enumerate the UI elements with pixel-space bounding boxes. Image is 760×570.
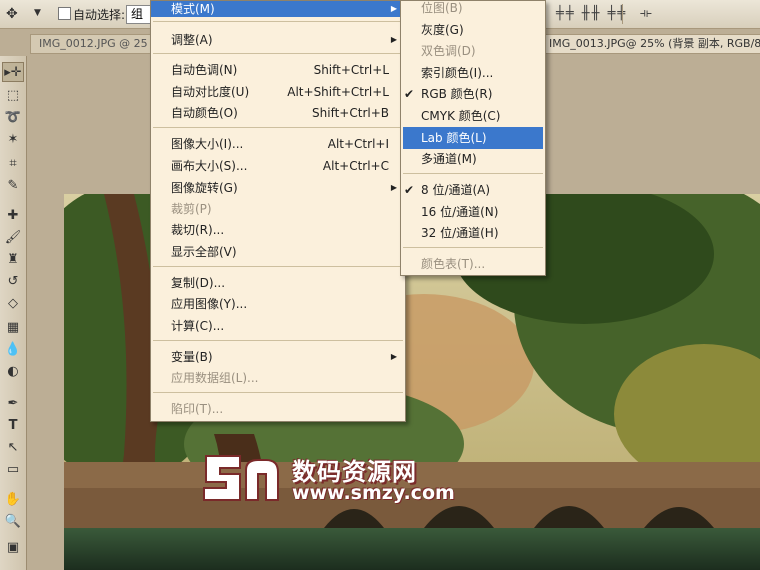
hand-tool-icon[interactable]: ✋ — [2, 490, 24, 510]
shape-tool-icon[interactable]: ▭ — [2, 460, 24, 480]
lasso-tool-icon[interactable]: ➰ — [2, 108, 24, 128]
checkmark-icon: ✔ — [404, 87, 415, 101]
menu-item-canvas-size[interactable]: 画布大小(S)... Alt+Ctrl+C — [151, 155, 405, 177]
mode-color-table: 颜色表(T)... — [421, 257, 486, 271]
mode-cmyk-color[interactable]: CMYK 颜色(C) — [401, 105, 545, 127]
separator — [403, 247, 543, 248]
menu-item-trim[interactable]: 裁切(R)... — [151, 219, 405, 241]
menu-item-image-size[interactable]: 图像大小(I)... Alt+Ctrl+I — [151, 133, 405, 155]
marquee-tool-icon[interactable]: ⬚ — [2, 86, 24, 106]
distribute-icons[interactable]: ╪╪ ╫╫ ╪╪ — [556, 6, 627, 21]
mode-submenu: 位图(B) 灰度(G) 双色调(D) 索引颜色(I)... ✔ RGB 颜色(R… — [400, 0, 546, 276]
move-tool-icon[interactable]: ▸✛ — [2, 62, 24, 82]
separator — [153, 392, 403, 393]
submenu-arrow-icon: ▶ — [390, 35, 397, 44]
mode-16-bit[interactable]: 16 位/通道(N) — [401, 201, 545, 223]
auto-select-label: 自动选择: — [73, 8, 126, 22]
mode-lab-color[interactable]: Lab 颜色(L) — [403, 127, 543, 149]
blur-tool-icon[interactable]: 💧 — [2, 340, 24, 360]
doc-tab-2[interactable]: IMG_0013.JPG@ 25% (背景 副本, RGB/8 — [540, 34, 760, 54]
auto-select-checkbox[interactable] — [58, 7, 71, 20]
menu-item-crop: 裁剪(P) — [171, 202, 212, 216]
menu-item-auto-contrast[interactable]: 自动对比度(U) Alt+Shift+Ctrl+L — [151, 81, 405, 103]
crop-tool-icon[interactable]: ⌗ — [2, 154, 24, 174]
menu-item-apply-image[interactable]: 应用图像(Y)... — [151, 293, 405, 315]
doc-tab-1[interactable]: IMG_0012.JPG @ 25 — [30, 34, 160, 54]
separator — [403, 173, 543, 174]
divider — [622, 4, 623, 24]
eyedropper-icon[interactable]: ✎ — [2, 176, 24, 196]
brush-tool-icon[interactable]: 🖌 — [2, 228, 24, 248]
submenu-arrow-icon: ▶ — [390, 183, 397, 192]
menu-item-duplicate[interactable]: 复制(D)... — [151, 272, 405, 294]
pen-tool-icon[interactable]: ✒ — [2, 394, 24, 414]
watermark-logo — [203, 455, 279, 501]
checkmark-icon: ✔ — [404, 183, 415, 197]
auto-select-dropdown[interactable]: 组 — [126, 5, 152, 24]
menu-item-image-rotation[interactable]: 图像旋转(G) ▶ — [151, 177, 405, 199]
mode-32-bit[interactable]: 32 位/通道(H) — [401, 222, 545, 244]
menu-item-reveal-all[interactable]: 显示全部(V) — [151, 241, 405, 263]
separator — [153, 266, 403, 267]
menu-item-adjust[interactable]: 调整(A) ▶ — [151, 29, 405, 51]
separator — [153, 53, 403, 54]
gradient-icon[interactable]: ▦ — [2, 318, 24, 338]
mode-rgb-color[interactable]: ✔ RGB 颜色(R) — [401, 83, 545, 105]
tool-preset-arrow-icon[interactable]: ▼ — [34, 8, 41, 18]
separator — [153, 127, 403, 128]
auto-align-icon[interactable]: ⟛ — [640, 6, 652, 21]
submenu-arrow-icon: ▶ — [390, 352, 397, 361]
mode-bitmap: 位图(B) — [421, 1, 463, 15]
menu-item-variables[interactable]: 变量(B) ▶ — [151, 346, 405, 368]
separator — [153, 340, 403, 341]
image-menu: 模式(M) ▶ 调整(A) ▶ 自动色调(N) Shift+Ctrl+L 自动对… — [150, 0, 406, 422]
submenu-arrow-icon: ▶ — [390, 4, 397, 13]
watermark-url: www.smzy.com — [292, 482, 455, 504]
clone-stamp-icon[interactable]: ♜ — [2, 250, 24, 270]
watermark: 数码资源网 www.smzy.com — [200, 446, 455, 513]
separator — [153, 21, 403, 22]
magic-wand-icon[interactable]: ✶ — [2, 130, 24, 150]
history-brush-icon[interactable]: ↺ — [2, 272, 24, 292]
dodge-tool-icon[interactable]: ◐ — [2, 362, 24, 382]
mode-indexed-color[interactable]: 索引颜色(I)... — [401, 62, 545, 84]
menu-item-apply-data-set: 应用数据组(L)... — [171, 371, 259, 385]
mode-8-bit[interactable]: ✔ 8 位/通道(A) — [401, 179, 545, 201]
type-tool-icon[interactable]: T — [2, 416, 24, 436]
mode-multichannel[interactable]: 多通道(M) — [401, 148, 545, 170]
healing-brush-icon[interactable]: ✚ — [2, 206, 24, 226]
toolbox: ▸✛ ⬚ ➰ ✶ ⌗ ✎ ✚ 🖌 ♜ ↺ ◇ ▦ 💧 ◐ ✒ T ↖ ▭ ✋ 🔍… — [0, 56, 27, 570]
move-tool-icon[interactable]: ✥ — [6, 6, 18, 22]
menu-item-auto-color[interactable]: 自动颜色(O) Shift+Ctrl+B — [151, 102, 405, 124]
menu-item-calculations[interactable]: 计算(C)... — [151, 315, 405, 337]
zoom-tool-icon[interactable]: 🔍 — [2, 512, 24, 532]
path-select-icon[interactable]: ↖ — [2, 438, 24, 458]
eraser-icon[interactable]: ◇ — [2, 294, 24, 314]
menu-item-auto-tone[interactable]: 自动色调(N) Shift+Ctrl+L — [151, 59, 405, 81]
menu-item-trap: 陷印(T)... — [171, 402, 224, 416]
color-swatches-icon[interactable]: ▣ — [2, 538, 24, 558]
mode-grayscale[interactable]: 灰度(G) — [401, 19, 545, 41]
menu-item-mode[interactable]: 模式(M) ▶ — [151, 1, 405, 17]
mode-duotone: 双色调(D) — [421, 44, 476, 58]
